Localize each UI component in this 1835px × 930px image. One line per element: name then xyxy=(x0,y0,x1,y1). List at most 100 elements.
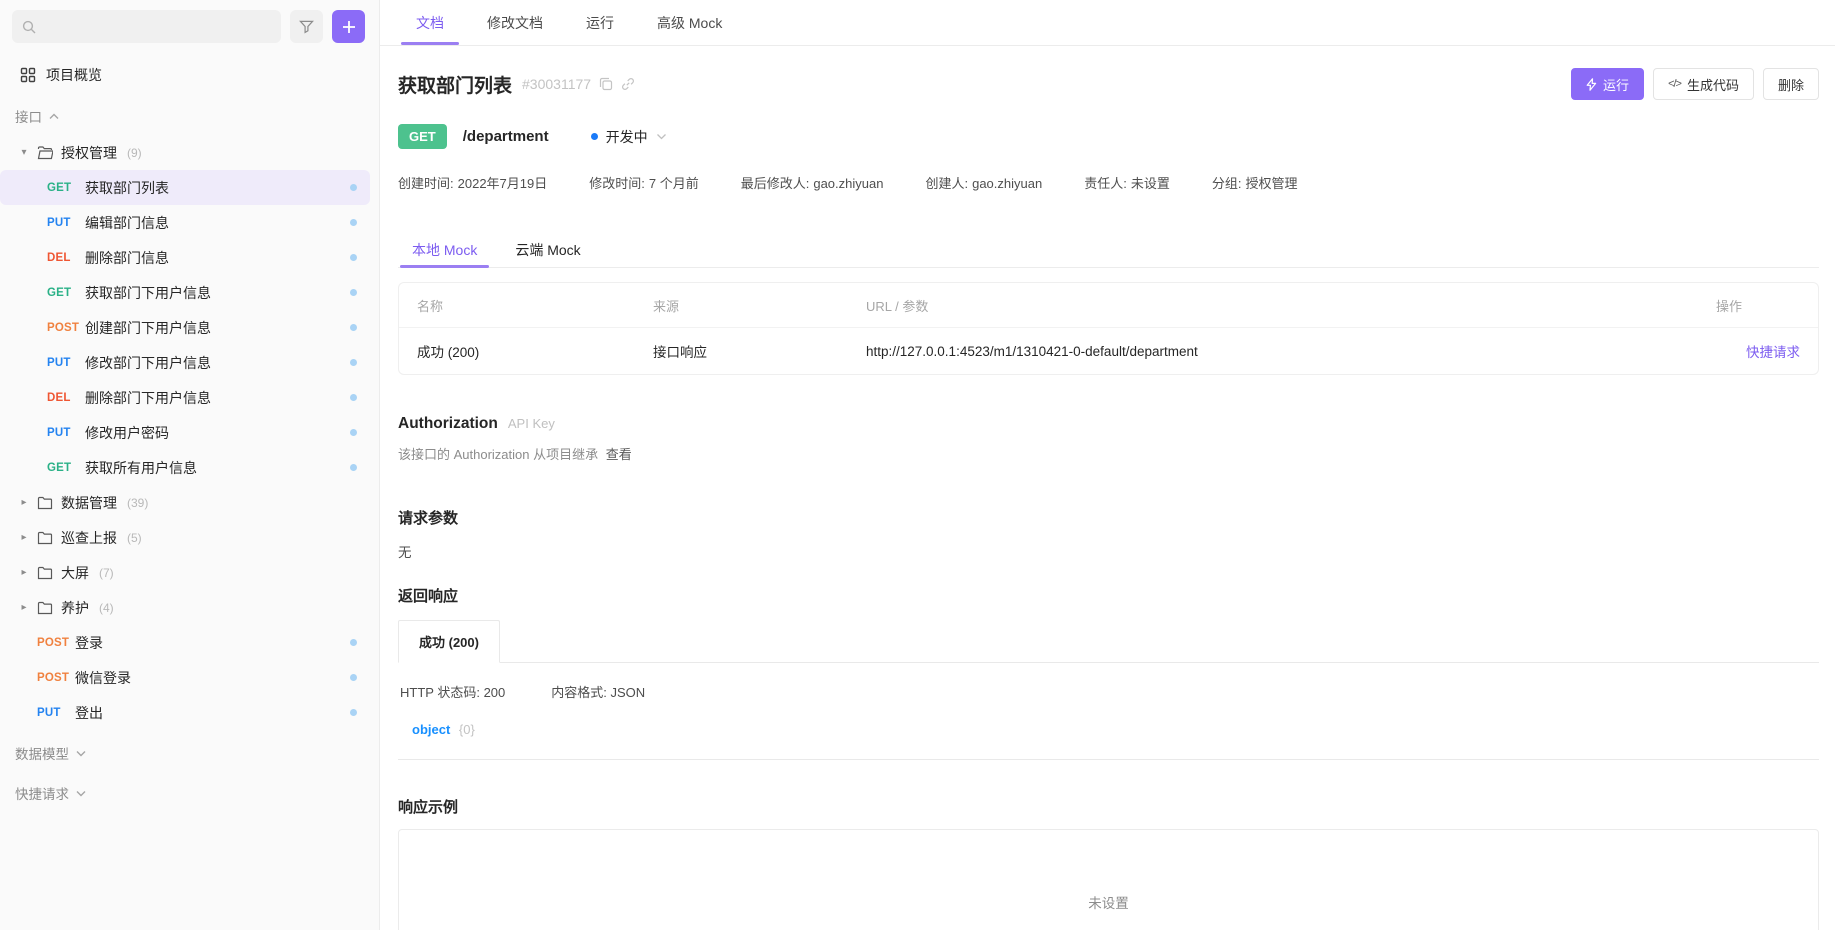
unsynced-dot-icon xyxy=(350,394,357,401)
sidebar-folder-maintenance[interactable]: ▸ 养护 (4) xyxy=(0,590,370,625)
folder-count: (5) xyxy=(127,531,142,545)
unsynced-dot-icon xyxy=(350,709,357,716)
quick-request-link[interactable]: 快捷请求 xyxy=(1746,345,1800,360)
endpoint-label: 获取部门列表 xyxy=(85,178,169,198)
endpoint-summary-row: GET /department 开发中 xyxy=(398,124,1819,149)
unsynced-dot-icon xyxy=(350,184,357,191)
method-badge: PUT xyxy=(47,357,85,369)
response-panel: HTTP 状态码: 200 内容格式: JSON object {0} xyxy=(398,662,1819,760)
tab-label: 本地 Mock xyxy=(412,240,477,260)
tab-run[interactable]: 运行 xyxy=(571,0,629,45)
generate-code-button[interactable]: </> 生成代码 xyxy=(1653,68,1754,100)
sidebar-endpoint-logout[interactable]: PUT 登出 xyxy=(0,695,370,730)
sidebar-endpoint-get-all-users[interactable]: GET 获取所有用户信息 xyxy=(0,450,370,485)
folder-count: (39) xyxy=(127,496,148,510)
api-section-label: 接口 xyxy=(15,106,42,126)
copy-icon[interactable] xyxy=(599,77,613,91)
filter-icon xyxy=(299,19,314,34)
sidebar-endpoint-wechat-login[interactable]: POST 微信登录 xyxy=(0,660,370,695)
authorization-title: Authorization xyxy=(398,415,498,433)
meta-row: 创建时间:2022年7月19日 修改时间:7 个月前 最后修改人:gao.zhi… xyxy=(398,173,1819,192)
folder-label: 养护 xyxy=(61,598,89,618)
sidebar-endpoint-login[interactable]: POST 登录 xyxy=(0,625,370,660)
sidebar-folder-inspection-report[interactable]: ▸ 巡查上报 (5) xyxy=(0,520,370,555)
unsynced-dot-icon xyxy=(350,429,357,436)
tab-cloud-mock[interactable]: 云端 Mock xyxy=(503,232,592,267)
endpoint-label: 获取部门下用户信息 xyxy=(85,283,211,303)
unsynced-dot-icon xyxy=(350,254,357,261)
doc-tab-bar: 文档 修改文档 运行 高级 Mock xyxy=(380,0,1835,46)
search-input-field[interactable] xyxy=(42,19,271,34)
endpoint-label: 修改部门下用户信息 xyxy=(85,353,211,373)
sidebar-endpoint-change-password[interactable]: PUT 修改用户密码 xyxy=(0,415,370,450)
object-node-link[interactable]: object xyxy=(412,722,450,737)
add-button[interactable] xyxy=(332,10,365,43)
meta-creator: 创建人:gao.zhiyuan xyxy=(925,173,1042,192)
link-icon[interactable] xyxy=(621,77,635,91)
method-get-badge: GET xyxy=(398,124,447,149)
response-schema-row: object {0} xyxy=(400,722,1817,737)
sidebar-endpoint-edit-department[interactable]: PUT 编辑部门信息 xyxy=(0,205,370,240)
sidebar-folder-big-screen[interactable]: ▸ 大屏 (7) xyxy=(0,555,370,590)
authorization-view-link[interactable]: 查看 xyxy=(606,447,632,462)
sidebar-endpoint-get-department-list[interactable]: GET 获取部门列表 xyxy=(0,170,370,205)
method-badge: DEL xyxy=(47,252,85,264)
column-header-action: 操作 xyxy=(1698,283,1818,328)
caret-right-icon: ▸ xyxy=(19,567,29,578)
status-select[interactable]: 开发中 xyxy=(591,127,667,147)
run-button[interactable]: 运行 xyxy=(1571,68,1644,100)
authorization-type: API Key xyxy=(508,416,555,431)
app-window: 项目概览 接口 ▾ 授权管理 (9) GET 获取部门列表 PUT 编辑部门信息 xyxy=(0,0,1835,930)
delete-button[interactable]: 删除 xyxy=(1763,68,1819,100)
response-title: 返回响应 xyxy=(398,585,1819,606)
search-icon xyxy=(22,20,36,34)
response-example-empty: 未设置 xyxy=(1088,892,1129,912)
response-example-section: 响应示例 未设置 xyxy=(398,796,1819,930)
search-input[interactable] xyxy=(12,10,281,43)
sidebar-endpoint-delete-department-user[interactable]: DEL 删除部门下用户信息 xyxy=(0,380,370,415)
unsynced-dot-icon xyxy=(350,639,357,646)
sidebar-folder-data-management[interactable]: ▸ 数据管理 (39) xyxy=(0,485,370,520)
mock-name-cell: 成功 (200) xyxy=(399,328,635,374)
run-button-label: 运行 xyxy=(1603,75,1629,94)
tab-edit-document[interactable]: 修改文档 xyxy=(472,0,558,45)
folder-label: 数据管理 xyxy=(61,493,117,513)
folder-open-icon xyxy=(37,146,53,160)
method-badge: GET xyxy=(47,462,85,474)
column-header-name: 名称 xyxy=(399,283,635,328)
sidebar-section-api[interactable]: 接口 xyxy=(0,99,379,133)
object-field-count: {0} xyxy=(459,722,475,737)
filter-button[interactable] xyxy=(290,10,323,43)
sidebar-endpoint-get-department-users[interactable]: GET 获取部门下用户信息 xyxy=(0,275,370,310)
tab-advanced-mock[interactable]: 高级 Mock xyxy=(642,0,737,45)
bolt-icon xyxy=(1586,78,1597,91)
meta-group: 分组:授权管理 xyxy=(1212,173,1298,192)
sidebar-toolbar xyxy=(0,10,379,43)
endpoint-label: 获取所有用户信息 xyxy=(85,458,197,478)
page-title: 获取部门列表 xyxy=(398,71,512,98)
tab-local-mock[interactable]: 本地 Mock xyxy=(400,232,489,267)
mock-url-cell: http://127.0.0.1:4523/m1/1310421-0-defau… xyxy=(848,328,1698,374)
method-badge: DEL xyxy=(47,392,85,404)
tab-document[interactable]: 文档 xyxy=(401,0,459,45)
sidebar-section-quick-request[interactable]: 快捷请求 xyxy=(0,776,379,810)
meta-last-modifier: 最后修改人:gao.zhiyuan xyxy=(741,173,884,192)
meta-owner: 责任人:未设置 xyxy=(1084,173,1170,192)
tab-label: 高级 Mock xyxy=(657,13,722,33)
tab-response-success-200[interactable]: 成功 (200) xyxy=(398,620,500,663)
sidebar-endpoint-delete-department[interactable]: DEL 删除部门信息 xyxy=(0,240,370,275)
sidebar-endpoint-create-department-user[interactable]: POST 创建部门下用户信息 xyxy=(0,310,370,345)
authorization-description: 该接口的 Authorization 从项目继承 xyxy=(398,447,598,462)
method-badge: POST xyxy=(47,322,85,334)
project-overview-label: 项目概览 xyxy=(46,65,102,85)
sidebar-section-data-model[interactable]: 数据模型 xyxy=(0,736,379,770)
plus-icon xyxy=(342,20,356,34)
folder-label: 授权管理 xyxy=(61,143,117,163)
sidebar-folder-authorization[interactable]: ▾ 授权管理 (9) xyxy=(0,135,370,170)
endpoint-label: 登出 xyxy=(75,703,103,723)
folder-label: 巡查上报 xyxy=(61,528,117,548)
sidebar-endpoint-update-department-user[interactable]: PUT 修改部门下用户信息 xyxy=(0,345,370,380)
folder-icon xyxy=(37,531,53,545)
sidebar-item-project-overview[interactable]: 项目概览 xyxy=(0,57,379,93)
tab-label: 修改文档 xyxy=(487,13,543,33)
